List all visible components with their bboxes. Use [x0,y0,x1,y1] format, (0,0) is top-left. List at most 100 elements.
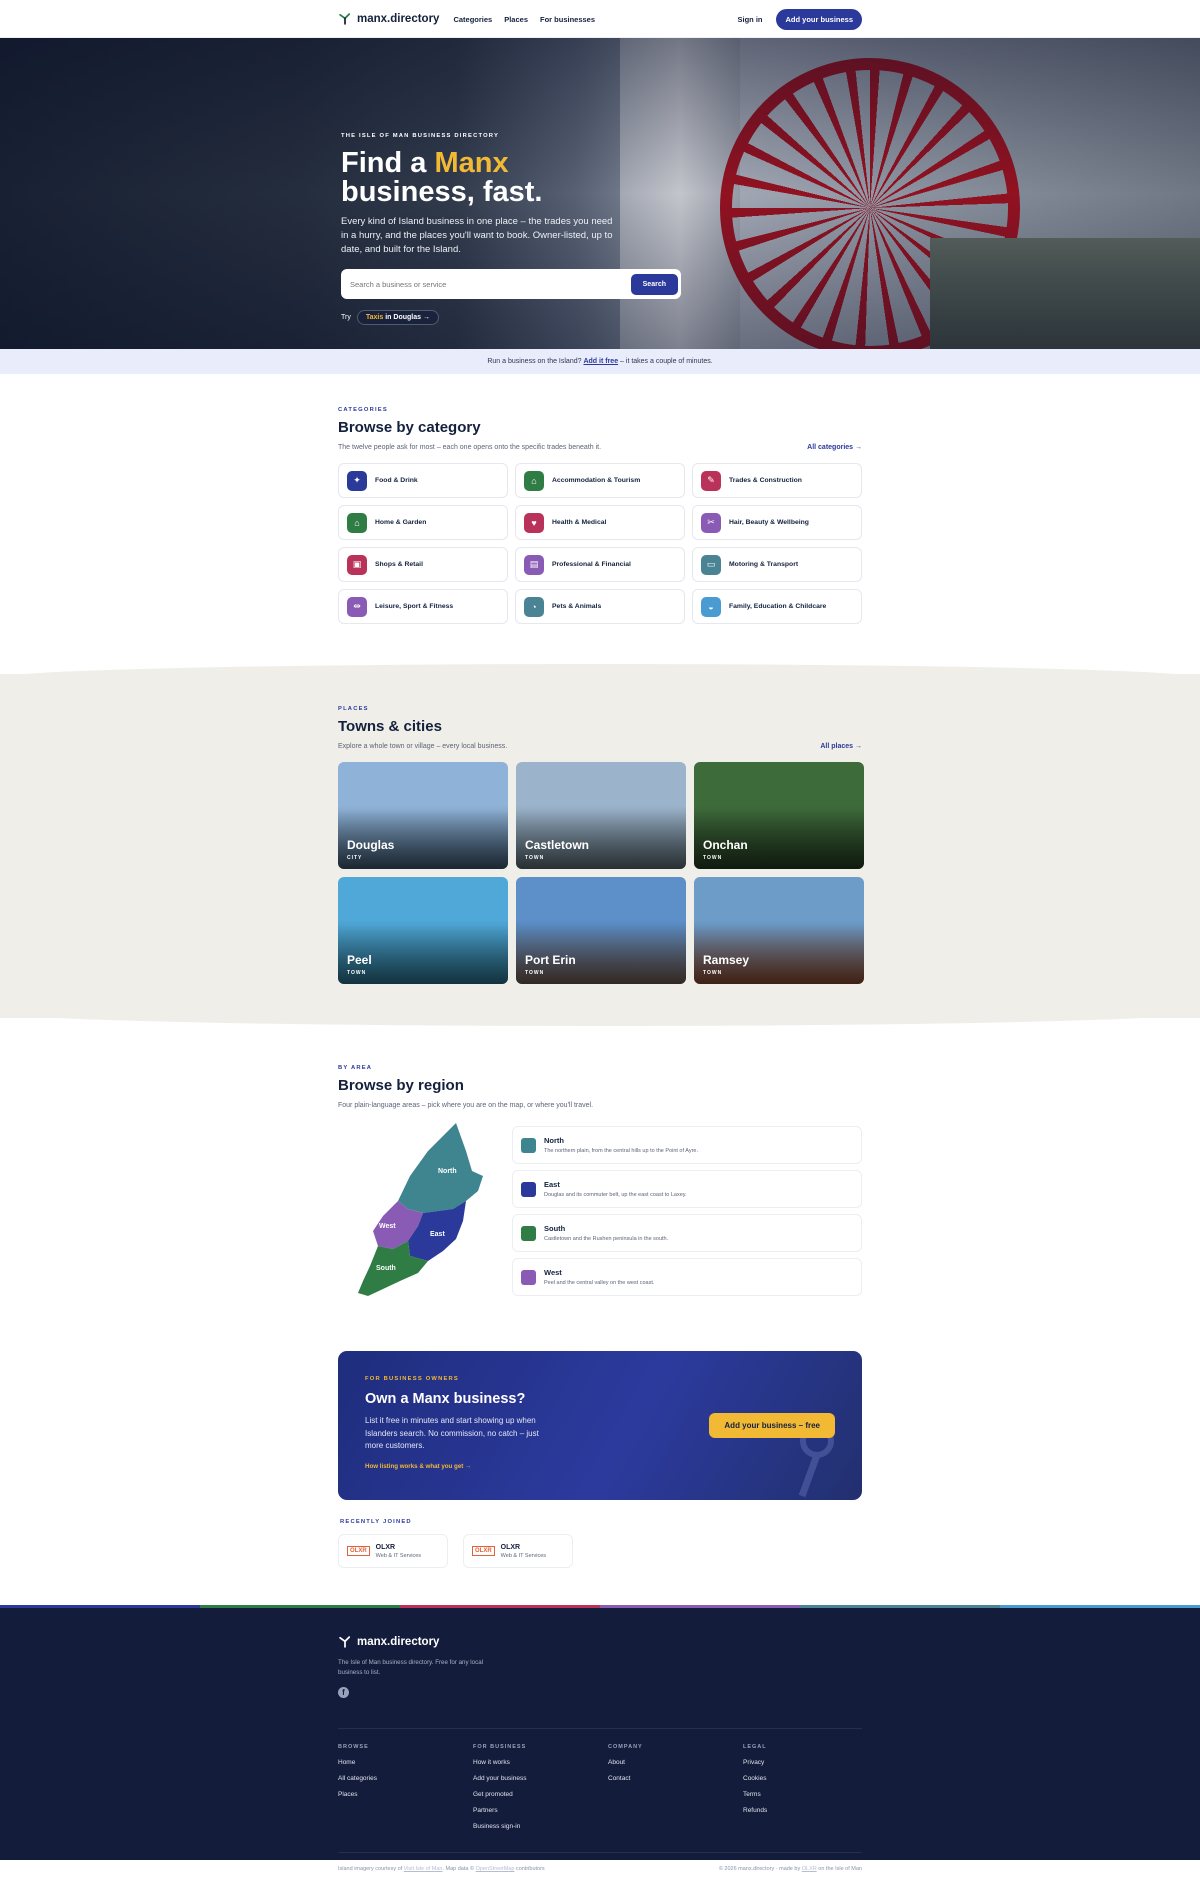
footer-copyright: © 2026 manx.directory · made by OLXR on … [719,1866,862,1872]
footer-link[interactable]: Add your business [473,1775,608,1782]
openstreetmap-link[interactable]: OpenStreetMap [476,1866,515,1872]
category-label: Health & Medical [552,519,607,526]
place-card[interactable]: Port Erin TOWN [516,877,686,984]
recently-joined-section: RECENTLY JOINED OLXR OLXR Web & IT Service… [0,1519,1200,1605]
stripe-segment [600,1605,800,1608]
category-card[interactable]: ▤ Professional & Financial [515,547,685,582]
cta-eyebrow: FOR BUSINESS OWNERS [365,1376,459,1382]
place-card[interactable]: Douglas CITY [338,762,508,869]
search-button[interactable]: Search [630,273,678,295]
hero-lede: Every kind of Island business in one pla… [341,216,613,255]
footer-link[interactable]: Partners [473,1807,608,1814]
footer-link[interactable]: About [608,1759,743,1766]
region-item[interactable]: North The northern plain, from the centra… [512,1126,862,1164]
footer-link[interactable]: Home [338,1759,473,1766]
cta-add-business-button[interactable]: Add your business – free [709,1413,835,1438]
nav-categories[interactable]: Categories [453,15,492,24]
region-text: South Castletown and the Rushen peninsula… [544,1224,668,1242]
category-card[interactable]: ◒ Family, Education & Childcare [692,589,862,624]
region-item[interactable]: West Peel and the central valley on the w… [512,1258,862,1296]
all-categories-link[interactable]: All categories → [807,444,862,451]
place-card[interactable]: Ramsey TOWN [694,877,864,984]
how-listing-works-link[interactable]: How listing works & what you get → [365,1463,835,1470]
categories-title: Browse by category [338,419,481,436]
add-free-link[interactable]: Add it free [583,358,618,365]
hero-content: THE ISLE OF MAN BUSINESS DIRECTORY Find … [341,133,681,325]
footer-link[interactable]: How it works [473,1759,608,1766]
footer-link[interactable]: Cookies [743,1775,878,1782]
region-name: North [544,1136,564,1145]
olxr-link[interactable]: OLXR [802,1866,817,1872]
recent-business-card[interactable]: OLXR OLXR Web & IT Services [463,1534,573,1568]
sign-in-link[interactable]: Sign in [737,15,762,24]
footer-link[interactable]: Refunds [743,1807,878,1814]
category-card[interactable]: ◔ Pets & Animals [515,589,685,624]
footer-column: BROWSE Home All categories Places [338,1744,473,1830]
place-name: Castletown [525,838,590,852]
suggestion-chip[interactable]: Taxis in Douglas → [356,310,439,325]
search-suggestion: Try Taxis in Douglas → [341,310,681,325]
footer-link[interactable]: Terms [743,1791,878,1798]
category-card[interactable]: ✂ Hair, Beauty & Wellbeing [692,505,862,540]
place-type: TOWN [703,970,723,976]
hero-eyebrow: THE ISLE OF MAN BUSINESS DIRECTORY [341,133,500,139]
category-card[interactable]: ⇹ Leisure, Sport & Fitness [338,589,508,624]
places-eyebrow: PLACES [338,706,369,712]
recent-business-card[interactable]: OLXR OLXR Web & IT Services [338,1534,448,1568]
recent-text: OLXR Web & IT Services [501,1544,546,1559]
place-name: Ramsey [703,953,750,967]
region-subtitle: Four plain-language areas – pick where y… [338,1102,594,1109]
region-item[interactable]: South Castletown and the Rushen peninsula… [512,1214,862,1252]
cta-section: FOR BUSINESS OWNERS Own a Manx business?… [0,1341,1200,1519]
category-label: Motoring & Transport [729,561,799,568]
isle-of-man-map: North West East South [358,1123,483,1296]
copyright-end: on the Isle of Man [818,1866,862,1872]
add-business-button[interactable]: Add your business [776,8,862,30]
place-type: TOWN [703,855,723,861]
category-icon: ▭ [701,554,721,575]
all-places-link[interactable]: All places → [820,743,862,750]
footer-brand-logo[interactable]: manx.directory [338,1635,862,1649]
footer-link[interactable]: All categories [338,1775,473,1782]
footer-column-heading: FOR BUSINESS [473,1744,527,1750]
category-card[interactable]: ▭ Motoring & Transport [692,547,862,582]
brand-name: manx.directory [357,13,440,25]
nav-places[interactable]: Places [504,15,528,24]
category-icon: ⌂ [524,470,544,491]
region-text: West Peel and the central valley on the w… [544,1268,654,1286]
category-card[interactable]: ▣ Shops & Retail [338,547,508,582]
category-card[interactable]: ♥ Health & Medical [515,505,685,540]
footer-column: FOR BUSINESS How it works Add your busines… [473,1744,608,1830]
place-card[interactable]: Onchan TOWN [694,762,864,869]
footer-bottom: Island imagery courtesy of Visit Isle of… [338,1852,862,1872]
category-icon: ▣ [347,554,367,575]
cta-title: Own a Manx business? [365,1391,526,1407]
region-item[interactable]: East Douglas and its commuter belt, up th… [512,1170,862,1208]
category-label: Shops & Retail [375,561,423,568]
footer-column: COMPANY About Contact [608,1744,743,1830]
footer-link[interactable]: Get promoted [473,1791,608,1798]
brand-logo[interactable]: manx.directory [338,12,439,26]
recent-eyebrow: RECENTLY JOINED [340,1519,412,1525]
place-name: Port Erin [525,953,576,967]
category-icon: ♥ [524,512,544,533]
facebook-icon[interactable]: f [338,1687,349,1698]
place-card[interactable]: Peel TOWN [338,877,508,984]
category-card[interactable]: ⌂ Home & Garden [338,505,508,540]
category-card[interactable]: ✎ Trades & Construction [692,463,862,498]
business-name: OLXR [500,1543,521,1551]
map-label-north: North [438,1168,457,1175]
category-card[interactable]: ⌂ Accommodation & Tourism [515,463,685,498]
credit-text-3: contributors [515,1866,545,1872]
search-input[interactable] [350,279,631,289]
visit-iom-link[interactable]: Visit Isle of Man [404,1866,443,1872]
footer-link[interactable]: Contact [608,1775,743,1782]
place-card[interactable]: Castletown TOWN [516,762,686,869]
footer-link[interactable]: Business sign-in [473,1823,608,1830]
nav-for-businesses[interactable]: For businesses [540,15,595,24]
footer-link[interactable]: Places [338,1791,473,1798]
stripe-segment [800,1605,1000,1608]
category-card[interactable]: ✦ Food & Drink [338,463,508,498]
footer-link[interactable]: Privacy [743,1759,878,1766]
add-free-banner: Run a business on the Island? Add it fre… [0,349,1200,374]
